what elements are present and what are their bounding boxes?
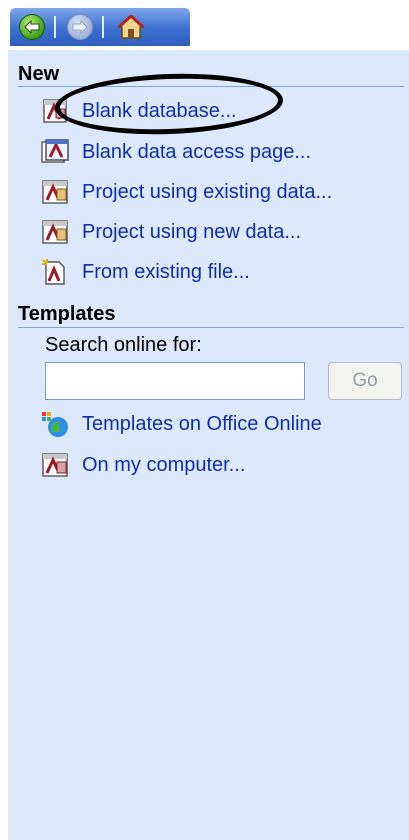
access-page-icon — [41, 139, 69, 163]
home-button[interactable] — [114, 13, 148, 41]
section-divider — [18, 86, 404, 87]
search-online-label: Search online for: — [45, 334, 202, 356]
access-project-icon — [42, 180, 68, 204]
nav-separator — [102, 16, 104, 38]
access-template-icon — [42, 453, 68, 477]
nav-separator — [54, 16, 56, 38]
access-database-icon — [43, 99, 67, 123]
access-project-icon — [42, 220, 68, 244]
new-item-label: Blank database... — [82, 99, 237, 122]
forward-button[interactable] — [66, 13, 94, 41]
templates-item-on-my-computer[interactable]: On my computer... — [40, 450, 245, 480]
existing-file-icon — [42, 259, 65, 285]
back-button[interactable] — [18, 13, 46, 41]
section-title-new: New — [18, 63, 60, 85]
task-pane-toolbar — [0, 0, 409, 50]
back-arrow-icon — [19, 14, 45, 40]
new-item-project-existing-data[interactable]: Project using existing data... — [40, 177, 332, 207]
office-online-globe-icon — [42, 412, 68, 437]
section-divider — [18, 327, 404, 328]
new-item-from-existing-file[interactable]: From existing file... — [40, 257, 250, 287]
templates-item-label: On my computer... — [82, 453, 246, 476]
templates-item-label: Templates on Office Online — [82, 412, 322, 435]
new-item-blank-database[interactable]: Blank database... — [40, 96, 237, 126]
home-icon — [117, 14, 145, 39]
template-search-input[interactable] — [45, 362, 305, 400]
new-item-label: From existing file... — [82, 260, 250, 283]
new-item-blank-data-access-page[interactable]: Blank data access page... — [40, 137, 311, 167]
section-title-templates: Templates — [18, 303, 116, 325]
go-button[interactable]: Go — [328, 362, 402, 400]
nav-button-group — [10, 8, 190, 46]
new-item-label: Blank data access page... — [82, 140, 312, 163]
new-item-label: Project using existing data... — [82, 180, 333, 203]
new-item-label: Project using new data... — [82, 220, 302, 243]
templates-item-office-online[interactable]: Templates on Office Online — [40, 409, 322, 439]
new-item-project-new-data[interactable]: Project using new data... — [40, 217, 301, 247]
forward-arrow-icon — [67, 14, 93, 40]
